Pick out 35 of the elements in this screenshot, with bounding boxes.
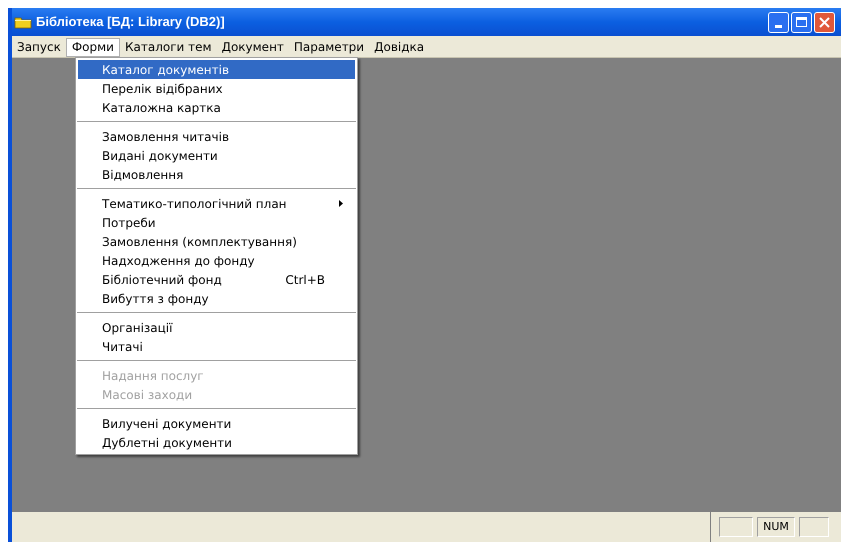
minimize-button[interactable] <box>768 12 789 32</box>
menu-item[interactable]: Перелік відібраних <box>78 79 355 98</box>
menu-bar-item[interactable]: Параметри <box>288 38 370 56</box>
maximize-icon <box>796 17 807 27</box>
menu-item[interactable]: Замовлення (комплектування) <box>78 232 355 251</box>
menu-item[interactable]: Видані документи <box>78 146 355 165</box>
menu-bar-item[interactable]: Каталоги тем <box>120 38 217 56</box>
menu-item[interactable]: Організації <box>78 318 355 337</box>
menu-item[interactable]: Замовлення читачів <box>78 127 355 146</box>
num-lock-indicator: NUM <box>757 517 795 537</box>
menu-item[interactable]: Бібліотечний фонд Ctrl+B <box>78 270 355 289</box>
close-icon <box>819 16 830 28</box>
menu-item[interactable]: Читачі <box>78 337 355 356</box>
status-panel <box>799 517 829 537</box>
window-title: Бібліотека [БД: Library (DB2)] <box>36 13 225 32</box>
close-button[interactable] <box>814 12 835 32</box>
menu-bar-item[interactable]: Запуск <box>12 38 66 56</box>
menu-item[interactable]: Вилучені документи <box>78 414 355 433</box>
menu-item[interactable]: Надходження до фонду <box>78 251 355 270</box>
menu-bar-item[interactable]: Документ <box>216 38 289 56</box>
menu-item[interactable]: Вибуття з фонду <box>78 289 355 308</box>
menu-item[interactable]: Потреби <box>78 213 355 232</box>
menu-bar-item[interactable]: Форми <box>66 38 120 56</box>
submenu-arrow-icon <box>339 200 343 207</box>
menu-item[interactable]: Дублетні документи <box>78 433 355 452</box>
menu-bar-item[interactable]: Довідка <box>369 38 430 56</box>
folder-icon <box>14 15 32 29</box>
minimize-icon <box>775 24 782 28</box>
menu-item[interactable]: Відмовлення <box>78 165 355 184</box>
maximize-button[interactable] <box>791 12 812 32</box>
menu-item[interactable]: Каталог документів <box>78 60 355 79</box>
menu-item[interactable]: Каталожна картка <box>78 98 355 117</box>
status-panel <box>719 517 753 537</box>
menu-item[interactable]: Тематико-типологічний план <box>78 194 355 213</box>
shortcut-label: Ctrl+B <box>285 272 325 288</box>
